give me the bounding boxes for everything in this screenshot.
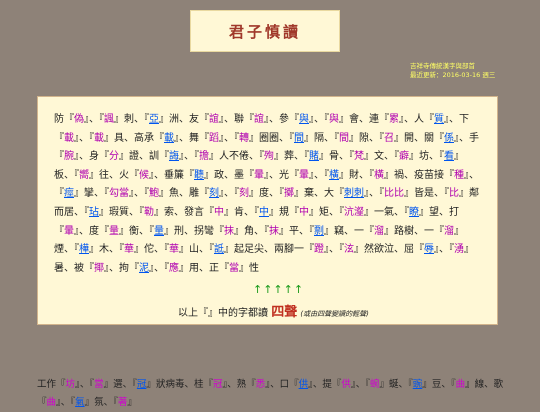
- up-arrows: ↑↑↑↑↑: [253, 283, 305, 296]
- highlighted-char: 鮑: [149, 188, 159, 200]
- highlighted-char[interactable]: 量: [154, 226, 164, 237]
- highlighted-char[interactable]: 質: [434, 114, 444, 125]
- tone-note: (或由四聲變讀的輕聲): [300, 310, 369, 318]
- title-box: 君子慎讀: [190, 10, 340, 52]
- highlighted-char: 分: [109, 151, 119, 163]
- highlighted-char: 華: [124, 244, 134, 256]
- highlighted-char: 抹: [224, 225, 234, 237]
- highlighted-char: 癖: [399, 151, 409, 163]
- highlighted-char: 曲: [46, 397, 57, 408]
- highlighted-char[interactable]: 剽: [314, 226, 324, 237]
- highlighted-char[interactable]: 間: [294, 133, 304, 144]
- highlighted-char: 當: [229, 262, 239, 274]
- highlighted-char[interactable]: 賭: [309, 151, 319, 162]
- highlighted-char: 刻: [239, 188, 249, 200]
- highlighted-char: 偽: [74, 114, 84, 125]
- highlighted-char[interactable]: 玷: [89, 207, 99, 218]
- highlighted-char: 溜: [444, 225, 454, 237]
- highlighted-char[interactable]: 亞: [149, 114, 159, 125]
- highlighted-char: 曲: [455, 379, 466, 390]
- highlighted-char: 溜: [374, 225, 384, 237]
- highlighted-char: 量: [109, 225, 119, 237]
- highlighted-char[interactable]: 係: [444, 133, 454, 144]
- highlighted-char: 與: [329, 114, 339, 125]
- highlighted-char: 諷: [104, 114, 114, 125]
- highlighted-char: 泫: [344, 244, 354, 256]
- highlighted-char: 比比: [384, 188, 404, 200]
- highlighted-char[interactable]: 載: [164, 133, 174, 144]
- highlighted-char: 蹬: [314, 244, 324, 256]
- highlighted-char: 沆瀣: [344, 206, 364, 218]
- highlighted-char[interactable]: 刺刺: [344, 188, 364, 199]
- highlighted-char[interactable]: 冠: [137, 379, 147, 390]
- highlighted-char: 梵: [354, 151, 364, 163]
- highlighted-char[interactable]: 泥: [139, 263, 149, 274]
- highlighted-char: 勒: [144, 206, 154, 218]
- highlighted-char: 著: [117, 397, 128, 408]
- highlighted-char[interactable]: 刻: [209, 188, 219, 199]
- highlighted-char: 比: [449, 188, 459, 200]
- highlighted-char: 坊: [65, 379, 76, 390]
- highlighted-char[interactable]: 供: [299, 379, 309, 390]
- highlighted-char[interactable]: 辱: [424, 244, 434, 255]
- highlighted-char[interactable]: 瞭: [409, 207, 419, 218]
- highlighted-char: 誼: [209, 114, 219, 125]
- highlighted-char[interactable]: 氣: [75, 397, 85, 408]
- fourth-tone-words: 防『偽』、『諷』刺、『亞』洲、友『誼』、聯『誼』、參『與』、『與』會、連『累』、…: [54, 114, 479, 274]
- highlighted-char: 腕: [64, 151, 74, 163]
- summary-prefix: 以上『』中的字都讀: [178, 308, 268, 319]
- highlighted-char: 應: [169, 262, 179, 274]
- highlighted-char[interactable]: 樺: [79, 244, 89, 255]
- highlighted-char: 中: [214, 206, 224, 218]
- meta-line-1: 吉祥寺傳統漢字與部首: [410, 62, 475, 70]
- highlighted-char: 暈: [299, 169, 309, 181]
- highlighted-char: 中: [299, 206, 309, 218]
- highlighted-char[interactable]: 中: [259, 207, 269, 218]
- highlighted-char[interactable]: 聽: [194, 170, 204, 181]
- highlighted-char: 載: [94, 132, 104, 144]
- highlighted-char: 嚮: [79, 169, 89, 181]
- highlighted-char: 蜿: [369, 379, 380, 390]
- highlighted-char: 悉: [255, 379, 266, 390]
- update-info: 吉祥寺傳統漢字與部首 最近更新：2016-03-16 週三: [410, 62, 495, 80]
- highlighted-char: 供: [341, 379, 351, 390]
- highlighted-char: 間: [339, 132, 349, 144]
- highlighted-char: 勾當: [109, 188, 129, 200]
- tone-summary: 以上『』中的字都讀 四聲 (或由四聲變讀的輕聲): [178, 301, 369, 320]
- highlighted-char: 暈: [64, 225, 74, 237]
- highlighted-char: 累: [389, 114, 399, 125]
- highlighted-char: 召: [384, 132, 394, 144]
- highlighted-char[interactable]: 橫: [329, 170, 339, 181]
- highlighted-char: 擲: [284, 188, 294, 200]
- highlighted-char: 誼: [254, 114, 264, 125]
- highlighted-char: 揶: [94, 262, 104, 274]
- highlighted-char: 殉: [264, 151, 274, 163]
- page-title: 君子慎讀: [228, 22, 301, 41]
- highlighted-char: 華: [169, 244, 179, 256]
- highlighted-char: 載: [64, 132, 74, 144]
- tone-label: 四聲: [271, 305, 298, 320]
- highlighted-char: 抹: [269, 225, 279, 237]
- highlighted-char: 蹈: [209, 132, 219, 144]
- highlighted-char: 暈: [254, 169, 264, 181]
- highlighted-char: 當: [94, 379, 104, 390]
- highlighted-char: 湧: [454, 244, 464, 256]
- highlighted-char: 種: [454, 169, 464, 181]
- highlighted-char[interactable]: 與: [299, 114, 309, 125]
- next-section-words: 工作『坊』、『當』選、『冠』狀病毒、桂『冠』、熟『悉』、口『供』、提『供』、『蜿…: [37, 379, 504, 408]
- highlighted-char: 轉: [239, 132, 249, 144]
- highlighted-char: 候: [139, 169, 149, 181]
- fourth-tone-box: 防『偽』、『諷』刺、『亞』洲、友『誼』、聯『誼』、參『與』、『與』會、連『累』、…: [37, 96, 498, 325]
- highlighted-char: 冠: [212, 379, 223, 390]
- highlighted-char: 擔: [199, 151, 209, 163]
- meta-line-2: 最近更新：2016-03-16 週三: [410, 71, 496, 79]
- highlighted-char[interactable]: 痙: [64, 188, 74, 199]
- highlighted-char: 橫: [374, 169, 384, 181]
- highlighted-char[interactable]: 豌: [413, 379, 423, 390]
- highlighted-char[interactable]: 詆: [214, 244, 224, 255]
- highlighted-char[interactable]: 看: [444, 151, 454, 162]
- highlighted-char[interactable]: 誨: [169, 151, 179, 162]
